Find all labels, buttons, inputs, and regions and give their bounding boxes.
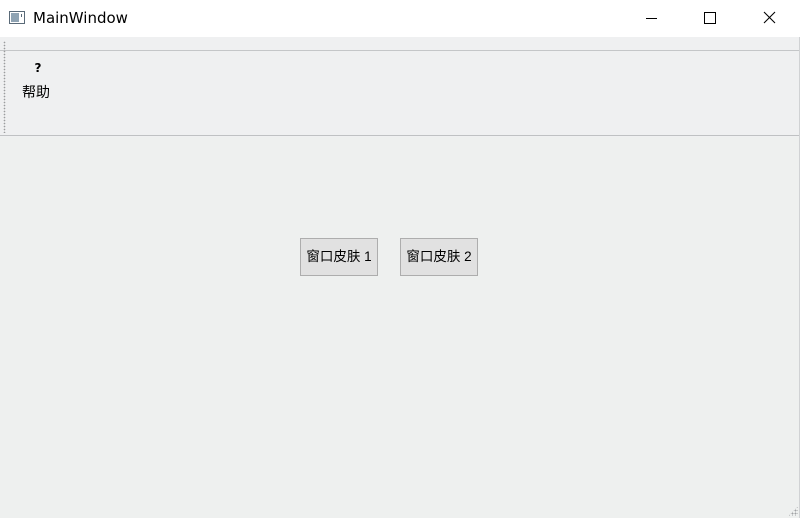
app-window-icon: [9, 11, 25, 24]
main-window: MainWindow ? 帮助 窗口皮肤 1 窗口皮肤 2: [0, 0, 800, 518]
window-title: MainWindow: [33, 9, 128, 27]
close-icon: [763, 11, 776, 24]
resize-grip-icon[interactable]: [788, 506, 798, 516]
maximize-button[interactable]: [681, 0, 739, 37]
help-label: 帮助: [22, 85, 50, 101]
window-skin-2-button[interactable]: 窗口皮肤 2: [400, 238, 478, 276]
minimize-button[interactable]: [623, 0, 681, 37]
maximize-icon: [704, 12, 716, 24]
title-bar[interactable]: MainWindow: [0, 0, 800, 37]
minimize-icon: [646, 18, 657, 19]
toolbar-divider-top: [0, 50, 800, 51]
toolbar-drag-handle[interactable]: [3, 41, 6, 133]
help-tool-button[interactable]: ? 帮助: [15, 58, 61, 106]
help-icon: ?: [34, 61, 42, 75]
close-button[interactable]: [740, 0, 798, 37]
window-skin-1-button[interactable]: 窗口皮肤 1: [300, 238, 378, 276]
central-widget: 窗口皮肤 1 窗口皮肤 2: [0, 137, 800, 518]
toolbar-divider-bottom: [0, 135, 800, 136]
toolbar: ? 帮助: [0, 37, 800, 137]
